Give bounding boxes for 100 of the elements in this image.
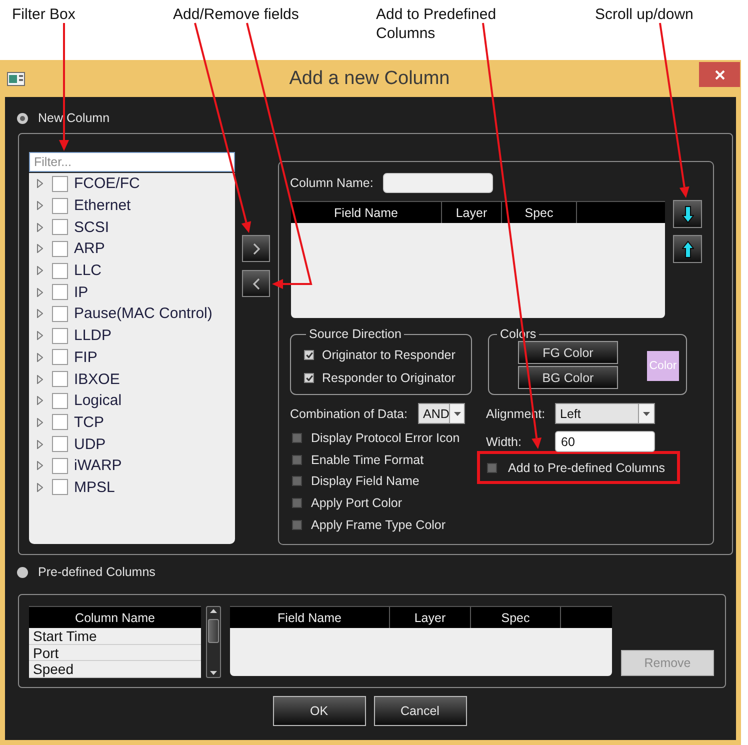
checkbox[interactable] [304, 372, 314, 382]
column-header[interactable]: Layer [442, 202, 502, 223]
tree-item[interactable]: MPSL [74, 478, 115, 496]
checkbox[interactable] [292, 520, 302, 530]
filter-field[interactable]: Filter... [29, 152, 235, 172]
width-field[interactable]: 60 [555, 431, 655, 452]
tree-item[interactable]: Pause(MAC Control) [74, 305, 212, 322]
caret-right-icon[interactable] [37, 288, 43, 297]
combination-dropdown[interactable]: AND [418, 403, 465, 424]
caret-right-icon[interactable] [37, 352, 43, 362]
window-icon [7, 72, 25, 86]
radio-button[interactable] [17, 566, 28, 578]
caret-right-icon[interactable] [37, 418, 43, 427]
caret-right-icon[interactable] [37, 374, 43, 384]
add-field-button[interactable] [242, 235, 270, 262]
annotation-label: Scroll up/down [595, 5, 694, 24]
group-title: Source Direction [308, 327, 402, 341]
checkbox[interactable] [304, 350, 314, 360]
field-label: Combination of Data: [290, 406, 408, 420]
scroll-thumb[interactable] [208, 619, 219, 643]
caret-right-icon[interactable] [37, 266, 43, 276]
scroll-down-button[interactable] [673, 200, 702, 228]
list-item[interactable]: Speed [29, 661, 201, 678]
caret-right-icon[interactable] [37, 222, 43, 232]
tree-item[interactable]: FCOE/FC [74, 175, 140, 192]
tree-item[interactable]: IP [74, 284, 88, 301]
tree-item[interactable]: FIP [74, 348, 98, 366]
column-name-field[interactable] [383, 173, 493, 193]
column-header[interactable]: Layer [390, 607, 471, 628]
tree-item[interactable]: Logical [74, 392, 122, 410]
checkbox-label: Originator to Responder [322, 348, 456, 362]
caret-down-icon [643, 412, 650, 416]
column-header[interactable]: Field Name [291, 202, 442, 223]
checkbox-label: Responder to Originator [322, 370, 456, 384]
checkbox[interactable] [52, 414, 68, 430]
checkbox-label: Apply Frame Type Color [311, 518, 446, 532]
caret-right-icon[interactable] [37, 461, 43, 470]
checkbox[interactable] [52, 349, 68, 366]
checkbox[interactable] [292, 498, 302, 508]
checkbox-label: Add to Pre-defined Columns [508, 460, 666, 474]
scroll-down-icon[interactable] [210, 671, 217, 675]
checkbox[interactable] [52, 392, 68, 409]
column-header[interactable]: Column Name [29, 606, 201, 628]
caret-right-icon[interactable] [37, 440, 43, 449]
caret-right-icon[interactable] [37, 396, 43, 406]
checkbox[interactable] [292, 476, 302, 486]
checkbox[interactable] [52, 240, 68, 257]
checkbox[interactable] [52, 198, 68, 214]
column-header[interactable]: Spec [471, 607, 561, 628]
tree-item[interactable]: Ethernet [74, 197, 131, 214]
scrollbar[interactable] [206, 606, 221, 678]
list-item[interactable]: Port [29, 644, 201, 662]
list-item[interactable]: Start Time [29, 628, 201, 645]
radio-button[interactable] [17, 112, 28, 124]
caret-right-icon[interactable] [37, 244, 43, 254]
up-arrow-icon [682, 240, 694, 258]
tree-item[interactable]: LLC [74, 262, 102, 280]
caret-right-icon[interactable] [37, 309, 43, 318]
close-icon [714, 70, 724, 80]
checkbox-label: Display Field Name [311, 474, 420, 488]
caret-right-icon[interactable] [37, 201, 43, 210]
column-header[interactable]: Spec [502, 202, 577, 223]
annotation-label: Add to Predefined Columns [376, 5, 498, 43]
checkbox[interactable] [292, 432, 302, 443]
down-arrow-icon [682, 206, 694, 222]
color-button[interactable]: FG Color [518, 341, 618, 364]
tree-item[interactable]: SCSI [74, 218, 110, 236]
scroll-up-button[interactable] [673, 235, 702, 263]
column-header[interactable]: Field Name [230, 607, 390, 628]
remove-field-button[interactable] [242, 270, 270, 297]
alignment-dropdown[interactable]: Left [555, 403, 655, 424]
checkbox[interactable] [52, 436, 68, 452]
scroll-up-icon[interactable] [210, 609, 217, 613]
checkbox[interactable] [52, 284, 68, 300]
tree-item[interactable]: IBXOE [74, 370, 120, 388]
checkbox[interactable] [52, 371, 68, 388]
checkbox[interactable] [52, 328, 68, 344]
checkbox[interactable] [52, 306, 68, 322]
checkbox[interactable] [487, 462, 497, 472]
checkbox[interactable] [52, 219, 68, 236]
window-title: Add a new Column [289, 68, 450, 90]
checkbox[interactable] [292, 454, 302, 465]
checkbox[interactable] [52, 176, 68, 192]
caret-right-icon[interactable] [37, 482, 43, 492]
tree-item[interactable]: ARP [74, 240, 105, 258]
checkbox[interactable] [52, 458, 68, 474]
checkmark-icon [306, 352, 312, 358]
caret-right-icon[interactable] [37, 179, 43, 188]
tree-item[interactable]: LLDP [74, 327, 112, 344]
dialog-button[interactable]: Cancel [374, 696, 466, 726]
tree-item[interactable]: iWARP [74, 457, 122, 474]
dialog-button[interactable]: OK [272, 696, 366, 726]
checkbox[interactable] [52, 262, 68, 279]
caret-right-icon[interactable] [37, 331, 43, 340]
tree-item[interactable]: UDP [74, 436, 106, 453]
checkbox-label: Apply Port Color [311, 496, 402, 510]
close-button[interactable] [699, 62, 740, 87]
tree-item[interactable]: TCP [74, 414, 104, 431]
color-button[interactable]: BG Color [518, 366, 618, 389]
checkbox[interactable] [52, 479, 68, 496]
